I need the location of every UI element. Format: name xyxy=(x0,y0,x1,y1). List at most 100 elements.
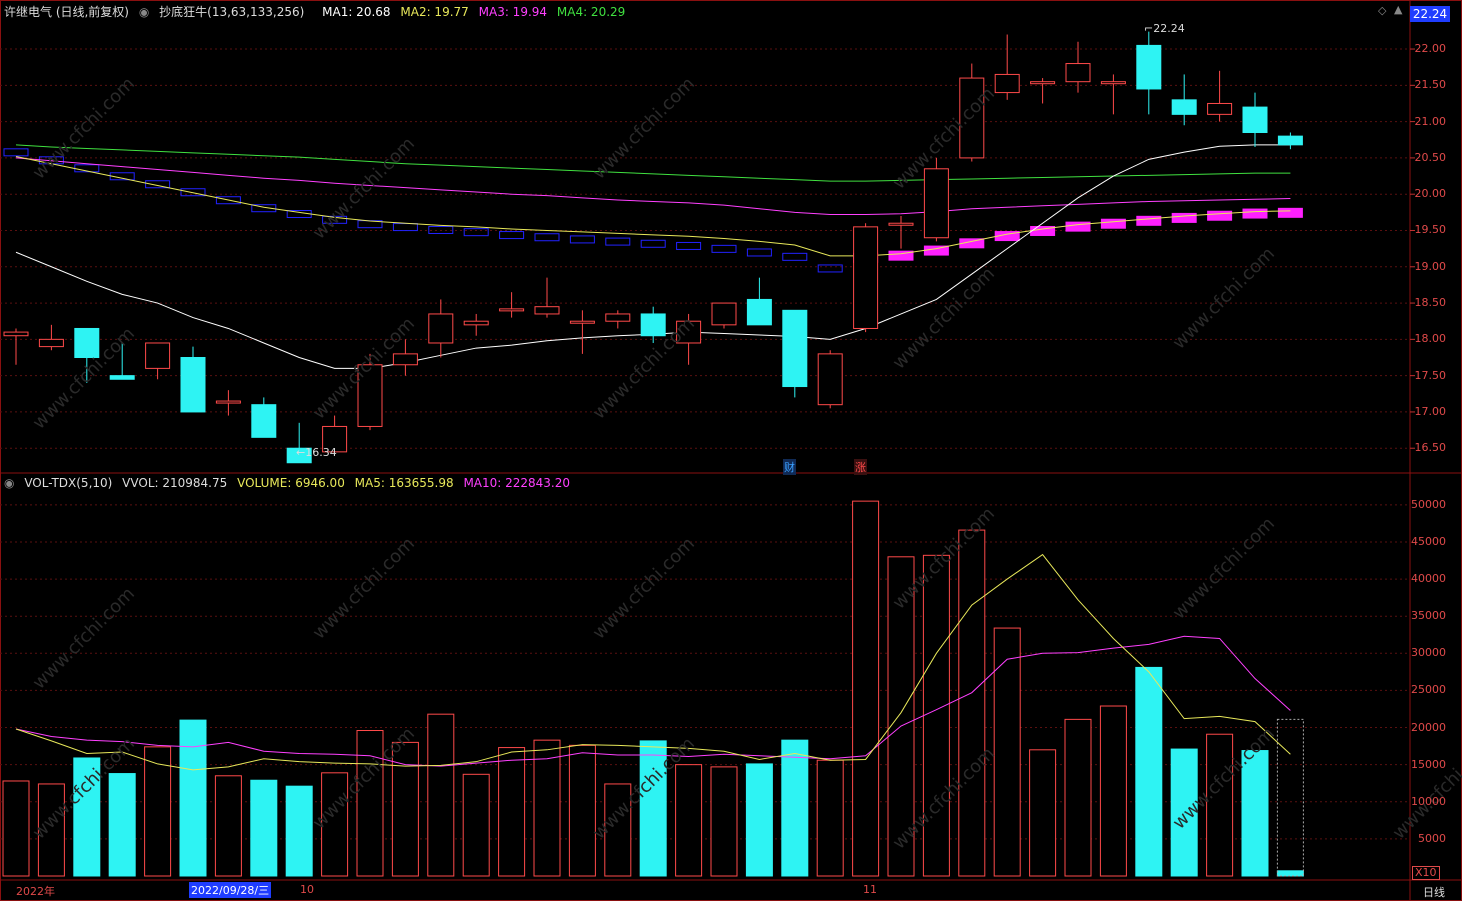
price-axis-label: 18.50 xyxy=(1414,296,1447,310)
candle-up xyxy=(817,353,843,406)
ma4-line xyxy=(15,144,1291,182)
stock-chart[interactable]: www.cfchi.com www.cfchi.com www.cfchi.com w… xyxy=(0,0,1462,901)
volume-bar-up xyxy=(852,500,880,877)
volume-axis-label: 50000 xyxy=(1411,497,1446,511)
watermark-text: www.cfchi.com xyxy=(309,533,419,643)
price-panel-header: 许继电气 (日线,前复权) ◉ 抄底狂牛(13,63,133,256) MA1:… xyxy=(4,3,631,20)
candle-up xyxy=(853,226,879,329)
volume-bar-up xyxy=(568,744,596,877)
event-marker-finance[interactable]: 财 xyxy=(783,459,796,475)
volume-axis-label: 35000 xyxy=(1411,609,1446,623)
volume-settings-icon[interactable]: ◉ xyxy=(4,476,14,490)
candle-down xyxy=(1242,106,1268,133)
price-axis-label: 17.00 xyxy=(1414,404,1447,418)
collapse-icon[interactable]: ◇ xyxy=(1378,4,1386,17)
price-axis-label: 19.00 xyxy=(1414,259,1447,273)
price-axis-label: 21.50 xyxy=(1414,78,1447,92)
ladder-step-magenta xyxy=(1065,221,1091,232)
ladder-step-blue xyxy=(569,235,595,244)
price-axis-label: 22.00 xyxy=(1414,42,1447,56)
watermark-text: www.cfchi.com xyxy=(309,133,419,243)
ma1-value: MA1: 20.68 xyxy=(322,5,391,19)
volume-bar-down xyxy=(781,739,809,877)
volume-bar-down xyxy=(250,779,278,877)
volume-bar-up xyxy=(958,529,986,877)
watermark-text: www.cfchi.com xyxy=(1169,243,1279,353)
candle-up xyxy=(499,308,525,312)
ladder-step-magenta xyxy=(1136,215,1162,226)
vol-ma10-value: MA10: 222843.20 xyxy=(463,476,571,490)
ladder-step-magenta xyxy=(1100,218,1126,229)
candle-up xyxy=(38,338,64,348)
watermark-text: www.cfchi.com xyxy=(1389,733,1462,843)
ladder-step-magenta xyxy=(1207,210,1233,221)
scroll-up-icon[interactable]: ▲ xyxy=(1394,3,1402,16)
volume-value: VOLUME: 6946.00 xyxy=(237,476,345,490)
period-label[interactable]: 日线 xyxy=(1423,884,1445,900)
candle-up xyxy=(1030,81,1056,85)
volume-bar-up xyxy=(1029,749,1057,877)
volume-bar-up xyxy=(2,780,30,877)
volume-axis-label: 30000 xyxy=(1411,646,1446,660)
volume-axis-label: 45000 xyxy=(1411,534,1446,548)
volume-panel-header: ◉ VOL-TDX(5,10) VVOL: 210984.75 VOLUME: … xyxy=(4,476,576,490)
indicator-settings-icon[interactable]: ◉ xyxy=(139,5,149,19)
vol-indicator-name[interactable]: VOL-TDX(5,10) xyxy=(24,476,112,490)
candle-up xyxy=(569,320,595,324)
volume-bar-up xyxy=(462,773,490,877)
watermark-text: www.cfchi.com xyxy=(29,583,139,693)
ma2-line xyxy=(15,155,1291,257)
ma2-value: MA2: 19.77 xyxy=(400,5,469,19)
event-marker-limit-up[interactable]: 涨 xyxy=(854,459,867,475)
ladder-step-blue xyxy=(676,241,702,250)
candle-up xyxy=(392,353,418,366)
left-arrow-icon: ← xyxy=(296,446,306,459)
volume-axis-label: 20000 xyxy=(1411,720,1446,734)
ladder-step-blue xyxy=(711,244,737,253)
volume-axis-unit: X10 xyxy=(1412,866,1440,880)
volume-axis-label: 15000 xyxy=(1411,757,1446,771)
ladder-step-blue xyxy=(3,148,29,157)
candle-down xyxy=(1277,135,1303,146)
watermark-text: www.cfchi.com xyxy=(589,73,699,183)
ladder-step-blue xyxy=(640,239,666,248)
candle-down xyxy=(1171,99,1197,115)
candle-up xyxy=(1100,81,1126,85)
candle-up xyxy=(1065,63,1091,83)
year-label: 2022年 xyxy=(16,885,55,898)
volume-bar-up xyxy=(214,775,242,877)
volume-axis-label: 40000 xyxy=(1411,572,1446,586)
candle-up xyxy=(923,168,949,239)
volume-bar-up xyxy=(710,766,738,877)
volume-bar-up xyxy=(1099,705,1127,877)
ladder-step-magenta xyxy=(923,245,949,256)
price-axis-label: 20.00 xyxy=(1414,187,1447,201)
volume-bar-down xyxy=(745,763,773,877)
vvol-value: VVOL: 210984.75 xyxy=(122,476,228,490)
volume-bar-down xyxy=(108,773,136,877)
price-axis-label: 18.00 xyxy=(1414,332,1447,346)
volume-axis-label: 25000 xyxy=(1411,683,1446,697)
ladder-step-blue xyxy=(499,231,525,240)
candle-up xyxy=(711,302,737,326)
volume-axis-label: 5000 xyxy=(1418,831,1446,845)
ladder-step-magenta xyxy=(1242,208,1268,219)
ladder-step-blue xyxy=(746,248,772,257)
candle-down xyxy=(1136,44,1162,90)
candle-down xyxy=(640,313,666,337)
current-price-badge: 22.24 xyxy=(1410,6,1450,22)
candle-down xyxy=(782,309,808,388)
volume-bar-up xyxy=(816,759,844,877)
volume-bar-down xyxy=(1276,870,1304,877)
candle-down xyxy=(251,404,277,438)
ma3-line xyxy=(15,157,1291,216)
candle-down xyxy=(109,375,135,380)
month-label-nov: 11 xyxy=(863,883,877,896)
ladder-step-blue xyxy=(605,237,631,246)
volume-bar-up xyxy=(427,713,455,877)
candle-down xyxy=(180,357,206,413)
volume-bar-forecast xyxy=(1276,718,1304,877)
indicator-name[interactable]: 抄底狂牛(13,63,133,256) xyxy=(159,5,304,19)
stock-title[interactable]: 许继电气 (日线,前复权) xyxy=(4,5,129,19)
ladder-step-blue xyxy=(534,233,560,242)
